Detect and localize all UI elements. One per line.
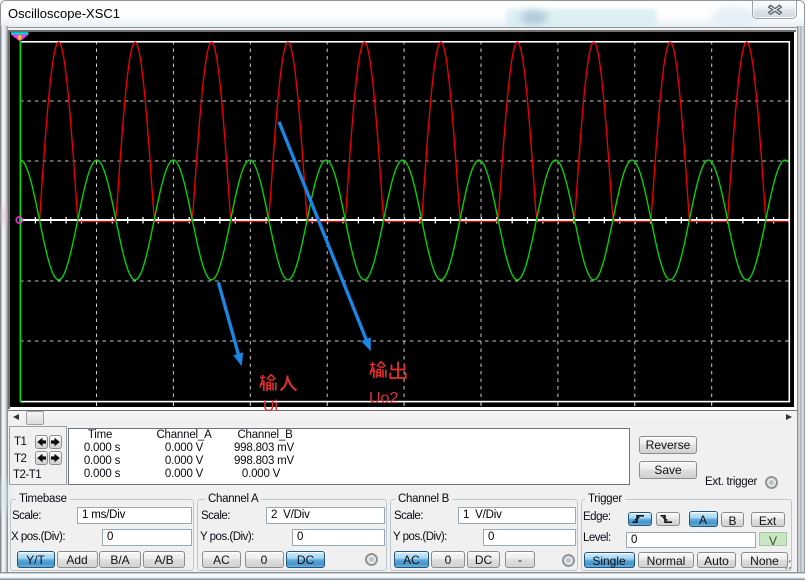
svg-text:Ui: Ui <box>263 398 278 411</box>
svg-text:Uo2: Uo2 <box>369 390 398 407</box>
